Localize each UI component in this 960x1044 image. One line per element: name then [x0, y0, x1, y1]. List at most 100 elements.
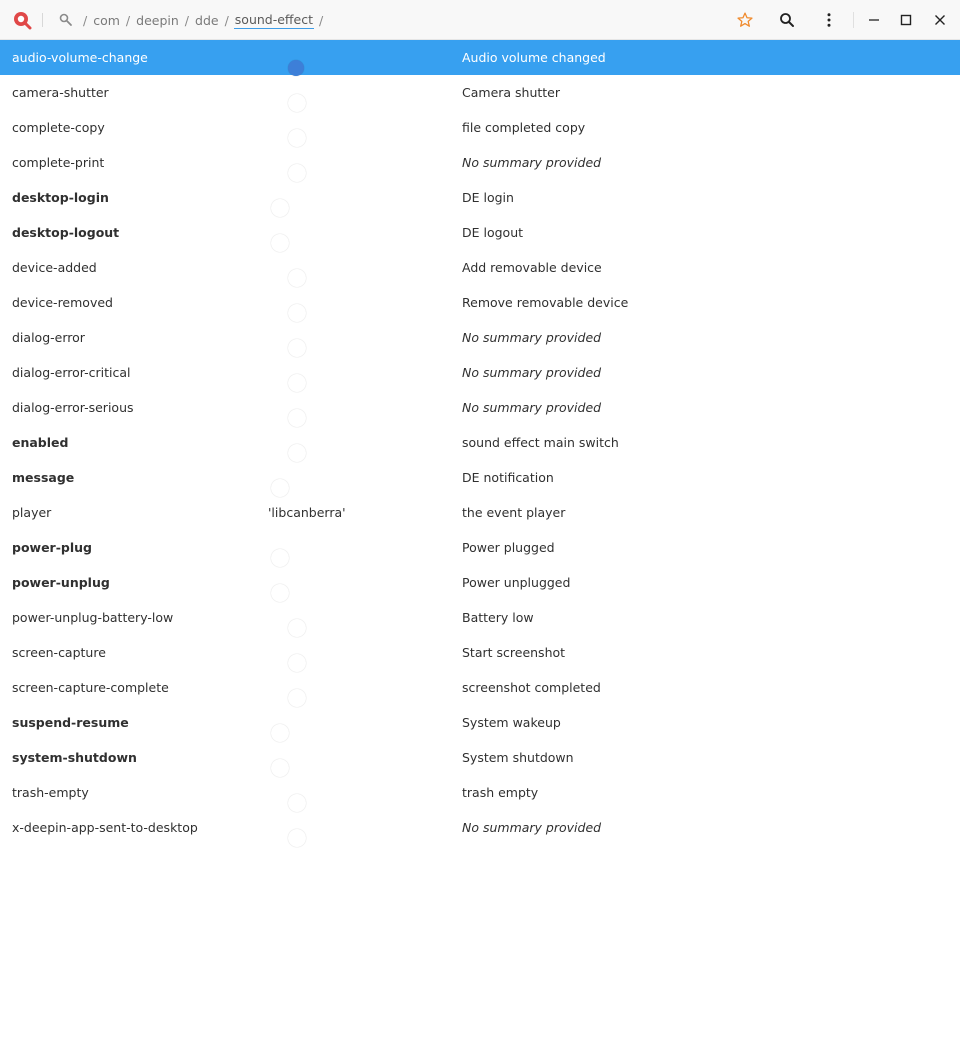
- breadcrumb-deepin[interactable]: deepin: [135, 13, 180, 28]
- breadcrumb-separator: /: [125, 12, 131, 28]
- key-summary: Start screenshot: [462, 645, 566, 660]
- key-name: desktop-logout: [12, 225, 120, 240]
- toggle-knob: [271, 478, 289, 497]
- key-name: desktop-login: [12, 190, 109, 205]
- key-row-system-shutdown[interactable]: system-shutdown System shutdown: [0, 740, 960, 777]
- key-row-device-added[interactable]: device-added Add removable device: [0, 250, 960, 287]
- value-text[interactable]: 'libcanberra': [268, 505, 346, 520]
- key-row-suspend-resume[interactable]: suspend-resume System wakeup: [0, 705, 960, 742]
- key-name: player: [12, 505, 52, 520]
- toggle-knob: [288, 653, 306, 672]
- key-row-dialog-error[interactable]: dialog-error No summary provided: [0, 320, 960, 357]
- toggle-knob: [271, 583, 289, 602]
- key-row-screen-capture[interactable]: screen-capture Start screenshot: [0, 635, 960, 672]
- key-row-audio-volume-change[interactable]: audio-volume-change Audio volume changed: [0, 40, 960, 76]
- settings-key-list: audio-volume-change Audio volume changed c…: [0, 40, 960, 847]
- key-name: device-removed: [12, 295, 113, 310]
- key-summary: Power plugged: [462, 540, 555, 555]
- key-summary: Camera shutter: [462, 85, 561, 100]
- toggle-knob: [271, 758, 289, 777]
- key-name: system-shutdown: [12, 750, 137, 765]
- minimize-button[interactable]: [862, 8, 886, 32]
- key-row-power-unplug-battery-low[interactable]: power-unplug-battery-low Battery low: [0, 600, 960, 637]
- title-bar: / com / deepin / dde / sound-effect /: [0, 0, 960, 40]
- toggle-knob: [271, 233, 289, 252]
- key-row-message[interactable]: message DE notification: [0, 460, 960, 497]
- key-summary: Remove removable device: [462, 295, 629, 310]
- key-row-x-deepin-app-sent-to-desktop[interactable]: x-deepin-app-sent-to-desktop No summary p…: [0, 810, 960, 847]
- close-icon: [935, 15, 945, 25]
- key-summary: System wakeup: [462, 715, 561, 730]
- more-menu-button[interactable]: [817, 8, 841, 32]
- toggle-knob: [288, 338, 306, 357]
- toggle-knob: [288, 828, 306, 847]
- minimize-icon: [869, 19, 879, 21]
- key-row-enabled[interactable]: enabled sound effect main switch: [0, 425, 960, 462]
- title-separator: [42, 13, 43, 27]
- app-logo-icon: [12, 10, 32, 30]
- key-row-player[interactable]: player 'libcanberra' the event player: [0, 495, 960, 530]
- key-name: device-added: [12, 260, 97, 275]
- key-row-screen-capture-complete[interactable]: screen-capture-complete screenshot comple…: [0, 670, 960, 707]
- key-summary: Audio volume changed: [462, 50, 606, 65]
- key-row-power-unplug[interactable]: power-unplug Power unplugged: [0, 565, 960, 602]
- maximize-button[interactable]: [894, 8, 918, 32]
- maximize-icon: [900, 14, 912, 26]
- toolbar-separator: [853, 12, 854, 28]
- key-name: dialog-error: [12, 330, 85, 345]
- key-name: suspend-resume: [12, 715, 129, 730]
- key-summary: System shutdown: [462, 750, 574, 765]
- key-row-device-removed[interactable]: device-removed Remove removable device: [0, 285, 960, 322]
- key-name: dialog-error-critical: [12, 365, 131, 380]
- breadcrumb-separator: /: [83, 12, 88, 28]
- key-path-icon: [58, 12, 74, 28]
- toggle-knob: [288, 303, 306, 322]
- key-name: screen-capture-complete: [12, 680, 169, 695]
- bookmark-star-button[interactable]: [733, 8, 757, 32]
- key-summary: No summary provided: [462, 365, 602, 380]
- toggle-knob: [288, 163, 306, 182]
- key-name: trash-empty: [12, 785, 89, 800]
- key-summary: DE logout: [462, 225, 524, 240]
- key-summary: DE login: [462, 190, 514, 205]
- toggle-knob: [288, 443, 306, 462]
- key-summary: sound effect main switch: [462, 435, 619, 450]
- key-summary: No summary provided: [462, 400, 602, 415]
- toggle-knob: [288, 373, 306, 392]
- key-summary: No summary provided: [462, 155, 602, 170]
- breadcrumb-com[interactable]: com: [92, 13, 121, 28]
- toggle-knob: [288, 59, 304, 76]
- key-row-complete-print[interactable]: complete-print No summary provided: [0, 145, 960, 182]
- close-button[interactable]: [928, 8, 952, 32]
- key-name: enabled: [12, 435, 69, 450]
- toggle-knob: [271, 548, 289, 567]
- key-row-trash-empty[interactable]: trash-empty trash empty: [0, 775, 960, 812]
- key-row-dialog-error-serious[interactable]: dialog-error-serious No summary provided: [0, 390, 960, 427]
- search-button[interactable]: [775, 8, 799, 32]
- breadcrumb-separator: /: [184, 12, 190, 28]
- key-summary: Add removable device: [462, 260, 602, 275]
- key-summary: trash empty: [462, 785, 539, 800]
- key-name: complete-print: [12, 155, 105, 170]
- key-name: dialog-error-serious: [12, 400, 134, 415]
- key-name: audio-volume-change: [12, 50, 148, 65]
- breadcrumb[interactable]: / com / deepin / dde / sound-effect /: [78, 11, 328, 29]
- key-name: x-deepin-app-sent-to-desktop: [12, 820, 198, 835]
- breadcrumb-dde[interactable]: dde: [194, 13, 220, 28]
- toggle-knob: [288, 618, 306, 637]
- key-row-complete-copy[interactable]: complete-copy file completed copy: [0, 110, 960, 147]
- key-name: camera-shutter: [12, 85, 109, 100]
- toggle-knob: [288, 408, 306, 427]
- key-row-camera-shutter[interactable]: camera-shutter Camera shutter: [0, 75, 960, 112]
- key-name: power-unplug: [12, 575, 110, 590]
- key-row-power-plug[interactable]: power-plug Power plugged: [0, 530, 960, 567]
- key-row-desktop-login[interactable]: desktop-login DE login: [0, 180, 960, 217]
- breadcrumb-sound-effect[interactable]: sound-effect: [233, 12, 315, 29]
- breadcrumb-separator: /: [224, 12, 229, 28]
- key-summary: file completed copy: [462, 120, 586, 135]
- toggle-knob: [288, 793, 306, 812]
- key-summary: the event player: [462, 505, 566, 520]
- key-summary: Power unplugged: [462, 575, 571, 590]
- key-row-desktop-logout[interactable]: desktop-logout DE logout: [0, 215, 960, 252]
- key-row-dialog-error-critical[interactable]: dialog-error-critical No summary provided: [0, 355, 960, 392]
